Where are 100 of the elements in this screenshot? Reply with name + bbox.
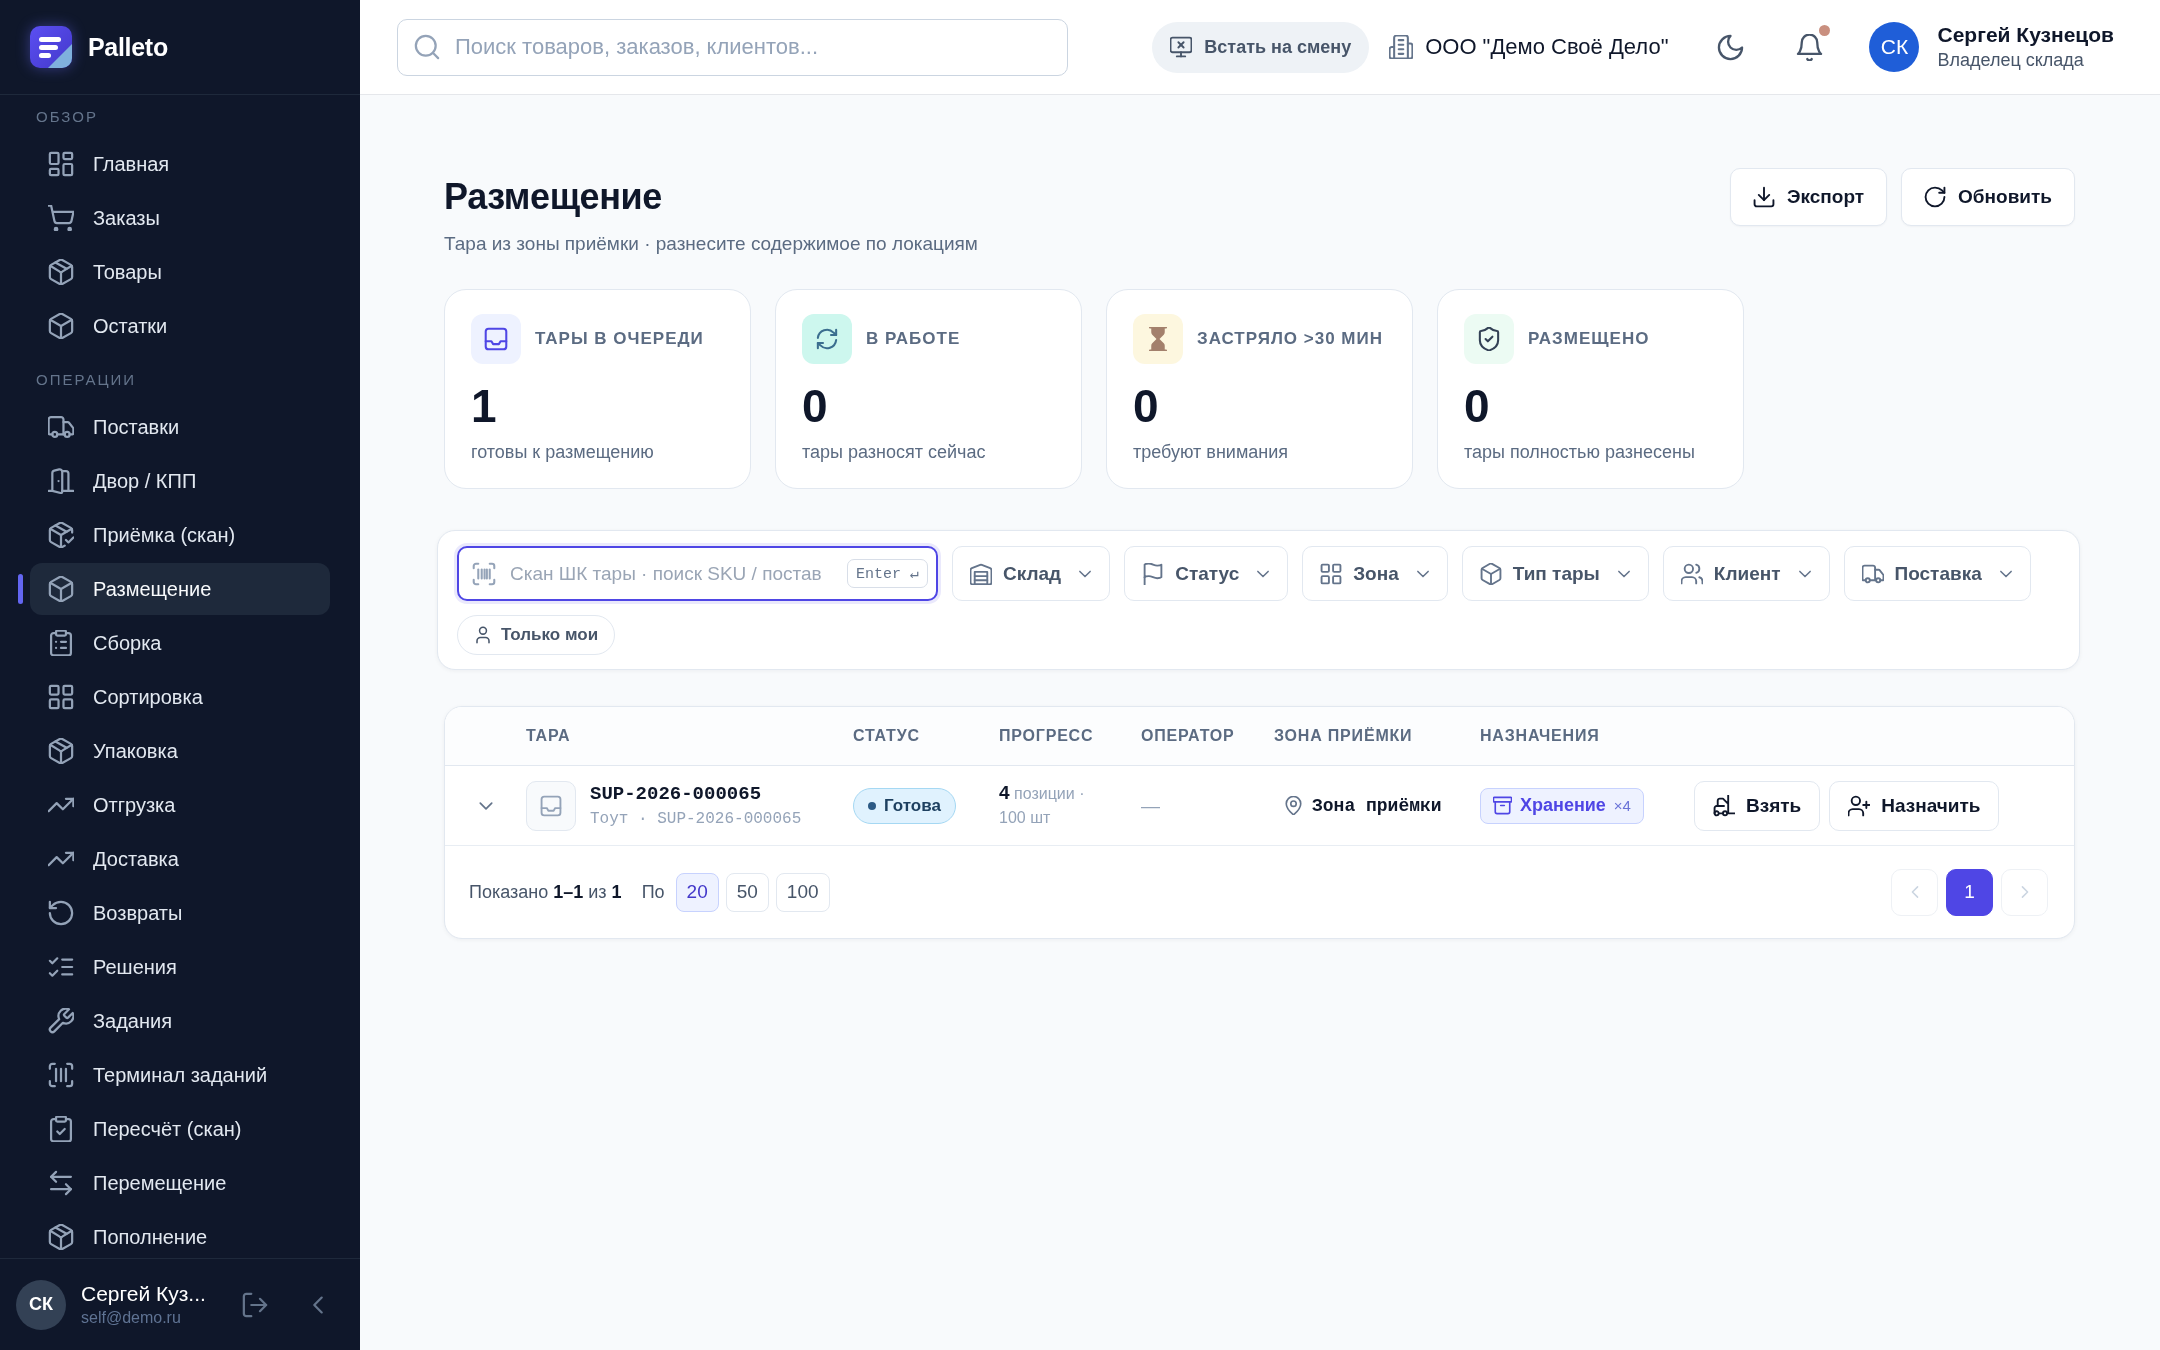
stat-label: ТАРЫ В ОЧЕРЕДИ (535, 329, 704, 349)
stat-caption: готовы к размещению (471, 441, 654, 464)
refresh-icon (1924, 186, 1947, 208)
grid-icon (48, 684, 74, 710)
tray-icon (471, 314, 521, 364)
nav-item[interactable]: Поставки (30, 401, 330, 453)
nav-item[interactable]: Двор / КПП (30, 455, 330, 507)
cart-icon (48, 205, 74, 231)
status-text: Готова (884, 795, 941, 816)
building-icon (1389, 35, 1414, 59)
page-size-button[interactable]: 100 (775, 872, 830, 912)
nav-section-title: ОПЕРАЦИИ (35, 370, 138, 390)
only-mine-toggle[interactable]: Только мои (457, 615, 616, 655)
rotate-left-icon (48, 900, 74, 926)
refresh-button[interactable]: Обновить (1901, 168, 2075, 226)
page-button[interactable]: 1 (1946, 868, 1993, 916)
nav-item[interactable]: Пересчёт (скан) (30, 1103, 330, 1155)
bell-icon (1796, 33, 1823, 61)
nav-item[interactable]: Главная (30, 138, 330, 190)
nav-item[interactable]: Решения (30, 941, 330, 993)
cube-icon (1479, 562, 1502, 585)
nav-item[interactable]: Товары (30, 246, 330, 298)
user-name: Сергей Кузнецов (1937, 23, 2114, 47)
filter-dropdown[interactable]: Клиент (1662, 546, 1830, 601)
filter-dropdown[interactable]: Склад (952, 546, 1111, 601)
nav-item[interactable]: Перемещение (30, 1157, 330, 1209)
column-header: ПРОГРЕСС (999, 727, 1094, 745)
dashboard-grid-icon (48, 151, 74, 177)
nav-item[interactable]: Задания (30, 995, 330, 1047)
nav-item[interactable]: Остатки (30, 300, 330, 352)
tara-details: Тоут · SUP-2026-000065 (590, 810, 802, 828)
nav-item[interactable]: Приёмка (скан) (30, 509, 330, 561)
download-icon (1752, 186, 1775, 208)
shield-check-icon (1464, 314, 1514, 364)
nav-item[interactable]: Отгрузка (30, 779, 330, 831)
logout-icon (242, 1291, 268, 1318)
stat-value: 1 (471, 381, 497, 431)
tag-count: ×4 (1613, 797, 1631, 814)
swap-arrows-icon (48, 1170, 74, 1196)
assign-button[interactable]: Назначить (1829, 780, 2000, 831)
filter-dropdown[interactable]: Тип тары (1461, 546, 1649, 601)
truck-icon (48, 414, 74, 440)
wrench-icon (48, 1008, 74, 1034)
page-size-button[interactable]: 50 (725, 872, 769, 912)
tag-label: Хранение (1520, 795, 1606, 816)
package-icon (48, 259, 74, 285)
user-role: Владелец склада (1937, 50, 2084, 71)
page-size-label: По (641, 881, 665, 903)
cube-icon (48, 313, 74, 339)
package-check-icon (48, 522, 74, 548)
tara-code[interactable]: SUP-2026-000065 (590, 783, 762, 805)
export-button[interactable]: Экспорт (1729, 168, 1888, 226)
archive-icon (1493, 796, 1512, 815)
brand-name: Palleto (88, 32, 168, 62)
nav-item[interactable]: Терминал заданий (30, 1049, 330, 1101)
forklift-icon (1713, 794, 1735, 817)
user-avatar[interactable]: СК (1869, 22, 1920, 72)
monitor-x-icon (1170, 36, 1193, 58)
checklist-icon (48, 954, 74, 980)
nav-item[interactable]: Заказы (30, 192, 330, 244)
nav-item[interactable]: Доставка (30, 833, 330, 885)
nav-item[interactable]: Сборка (30, 617, 330, 669)
column-header: ЗОНА ПРИЁМКИ (1274, 727, 1413, 745)
start-shift-button[interactable]: Встать на смену (1152, 21, 1370, 73)
stat-value: 0 (1464, 381, 1490, 431)
filter-dropdown[interactable]: Зона (1302, 546, 1448, 601)
filter-dropdown[interactable]: Поставка (1843, 546, 2031, 601)
page-subtitle: Тара из зоны приёмки · разнесите содержимое по локациям (444, 232, 978, 256)
tray-icon (526, 780, 576, 831)
search-field[interactable]: Поиск товаров, заказов, клиентов... (397, 18, 1068, 76)
users-icon (1680, 562, 1703, 585)
user-email: self@demo.ru (81, 1309, 181, 1327)
progress-text: 4 позиции · 100 шт (999, 781, 1086, 828)
nav-item[interactable]: Сортировка (30, 671, 330, 723)
scan-icon (48, 1062, 74, 1088)
user-name: Сергей Куз... (81, 1282, 206, 1306)
user-icon (474, 626, 492, 644)
column-header: СТАТУС (853, 727, 920, 745)
logo-icon (30, 26, 72, 68)
door-icon (48, 468, 74, 494)
company-switcher[interactable]: ООО "Демо Своё Дело" (1389, 34, 1669, 60)
page-title: Размещение (444, 175, 662, 219)
page-size-button[interactable]: 20 (675, 872, 719, 912)
grid-icon (1320, 562, 1343, 585)
nav-item[interactable]: Возвраты (30, 887, 330, 939)
nav-item[interactable]: Упаковка (30, 725, 330, 777)
clipboard-check-icon (48, 1116, 74, 1142)
stat-caption: тары разносят сейчас (802, 441, 986, 464)
operator-text: — (1141, 794, 1160, 817)
stat-label: ЗАСТРЯЛО >30 МИН (1197, 329, 1383, 349)
hourglass-icon (1133, 314, 1183, 364)
take-button[interactable]: Взять (1694, 780, 1821, 831)
nav-item[interactable]: Пополнение (30, 1211, 330, 1258)
active-indicator (18, 574, 23, 604)
user-avatar: СК (16, 1279, 66, 1330)
filter-dropdown[interactable]: Статус (1124, 546, 1289, 601)
clipboard-list-icon (48, 630, 74, 656)
stat-value: 0 (802, 381, 828, 431)
stat-caption: требуют внимания (1133, 441, 1288, 464)
pagination-summary: Показано 1–1 из 1 (469, 881, 622, 903)
